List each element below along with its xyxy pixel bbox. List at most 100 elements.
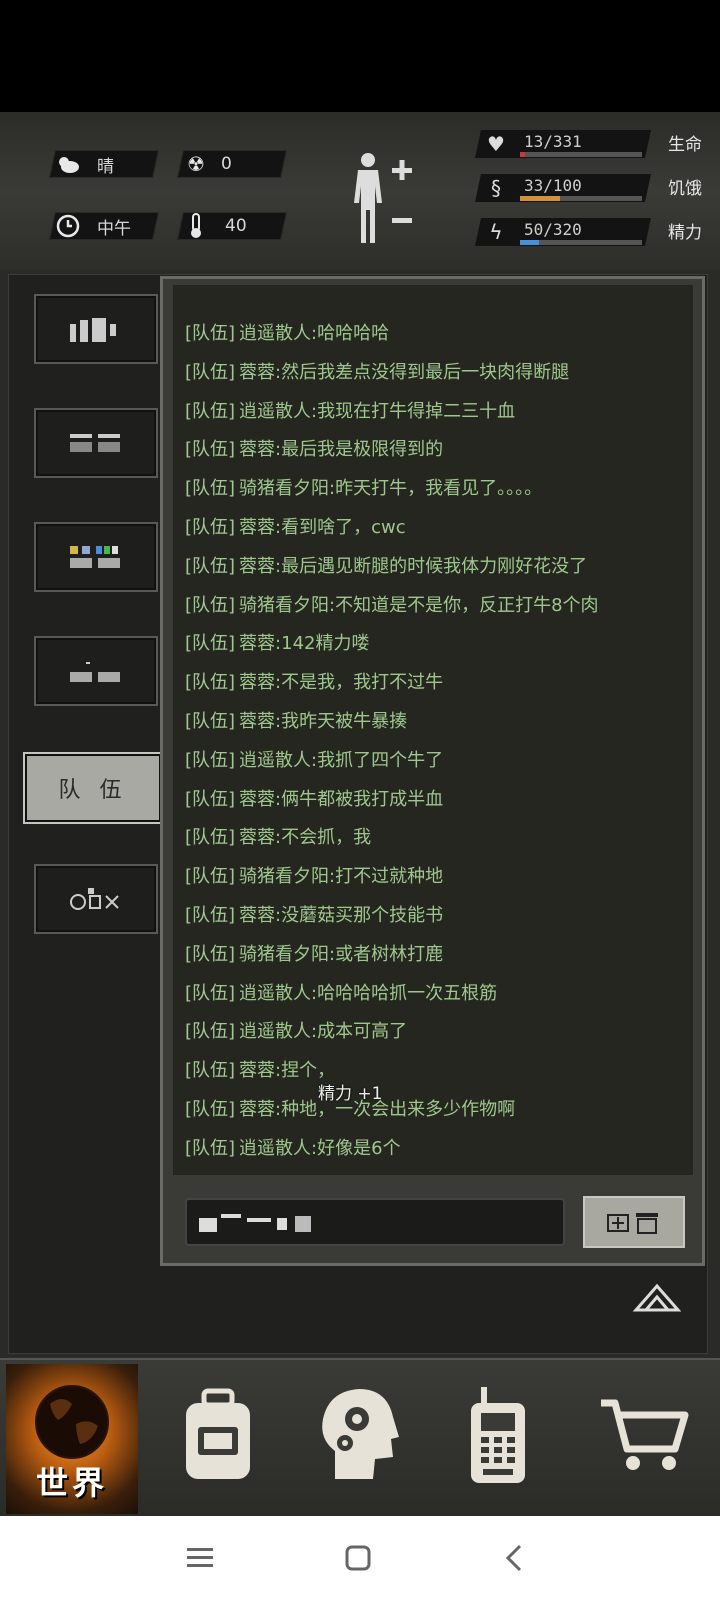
chat-message: [队伍] 逍遥散人:我抓了四个牛了 <box>185 746 443 772</box>
chat-channel-tag: [队伍] <box>185 943 236 965</box>
chat-message: [队伍] 蓉蓉:不是我，我打不过牛 <box>185 668 443 694</box>
chat-message: [队伍] 蓉蓉:不会抓，我 <box>185 823 371 849</box>
weather-value: 晴 <box>97 156 114 177</box>
chat-message-text: 蓉蓉:我昨天被牛暴揍 <box>239 711 408 732</box>
chat-message-text: 骑猪看夕阳:不知道是不是你，反正打牛8个肉 <box>239 594 599 616</box>
chat-message-text: 逍遥散人:成本可高了 <box>239 1021 408 1043</box>
floating-notice: 精力 +1 <box>318 1084 383 1104</box>
hunger-label: 饥饿 <box>668 179 702 199</box>
cloud-sun-icon <box>53 154 83 174</box>
chat-channel-tag: [队伍] <box>185 749 236 771</box>
temperature-pill: 40 <box>177 212 287 240</box>
health-label: 生命 <box>668 135 702 155</box>
chat-message-text: 蓉蓉:俩牛都被我打成半血 <box>239 788 444 810</box>
system-nav-bar <box>0 1516 720 1600</box>
chat-message-text: 蓉蓉:看到啥了，cwc <box>239 517 406 538</box>
chat-channel-tag: [队伍] <box>185 517 236 538</box>
stomach-icon: § <box>491 176 501 200</box>
chat-channel-tag: [队伍] <box>185 1060 236 1082</box>
chat-message: [队伍] 骑猪看夕阳:不知道是不是你，反正打牛8个肉 <box>185 591 599 617</box>
health-stat: ♥ 13/331 生命 <box>475 126 706 160</box>
energy-bar <box>520 240 642 245</box>
energy-value: 50/320 <box>524 220 582 239</box>
energy-icon: ϟ <box>489 220 503 244</box>
tab-1[interactable] <box>34 294 158 364</box>
health-bar <box>520 152 642 157</box>
chat-message: [队伍] 蓉蓉:然后我差点没得到最后一块肉得断腿 <box>185 358 569 384</box>
chat-channel-tag: [队伍] <box>185 672 236 694</box>
chat-message-text: 蓉蓉:然后我差点没得到最后一块肉得断腿 <box>239 361 570 383</box>
tab-team[interactable]: 队 伍 <box>23 752 163 824</box>
chat-channel-tag: [队伍] <box>185 323 236 344</box>
time-pill: 中午 <box>49 212 159 240</box>
hunger-value: 33/100 <box>524 176 582 195</box>
heart-icon: ♥ <box>487 132 505 156</box>
chat-message: [队伍] 逍遥散人:哈哈哈哈 <box>185 319 389 345</box>
health-value: 13/331 <box>524 132 582 151</box>
team-chat-panel: [队伍] 逍遥散人:好像是6个 [队伍] 蓉蓉:种地，一次会出来多少作物啊 [队伍] 蓉蓉… <box>160 276 705 1266</box>
nav-world-label: 世界 <box>35 1464 108 1502</box>
body-status-icon[interactable] <box>350 148 420 248</box>
chat-message-text: 逍遥散人:哈哈哈哈抓一次五根筋 <box>239 982 498 1004</box>
home-icon[interactable] <box>338 1538 378 1578</box>
tab-3[interactable] <box>34 522 158 592</box>
chat-channel-tag: [队伍] <box>185 478 236 500</box>
chat-message: [队伍] 蓉蓉:捏个， <box>185 1056 335 1082</box>
thermometer-icon <box>181 213 211 239</box>
chat-channel-tag: [队伍] <box>185 866 236 888</box>
tab-2[interactable] <box>34 408 158 478</box>
chat-message: [队伍] 蓉蓉:俩牛都被我打成半血 <box>185 785 443 811</box>
input-placeholder-glyph <box>199 1214 311 1232</box>
chat-channel-tag: [队伍] <box>185 1021 236 1043</box>
chat-message-text: 蓉蓉:不是我，我打不过牛 <box>239 672 444 694</box>
chat-message: [队伍] 逍遥散人:成本可高了 <box>185 1017 407 1043</box>
tab-6[interactable] <box>34 864 158 934</box>
chat-channel-tag: [队伍] <box>185 361 236 383</box>
chat-message: [队伍] 蓉蓉:最后我是极限得到的 <box>185 435 443 461</box>
chat-channel-tag: [队伍] <box>185 633 236 655</box>
tab-4[interactable] <box>34 636 158 706</box>
energy-label: 精力 <box>668 223 702 243</box>
chat-channel-tag: [队伍] <box>185 594 236 616</box>
chat-message: [队伍] 骑猪看夕阳:打不过就种地 <box>185 862 443 888</box>
chat-log[interactable]: [队伍] 逍遥散人:好像是6个 [队伍] 蓉蓉:种地，一次会出来多少作物啊 [队伍] 蓉蓉… <box>173 285 693 1175</box>
weather-pill: 晴 <box>49 150 159 178</box>
hunger-stat: § 33/100 饥饿 <box>475 170 706 204</box>
chat-message: [队伍] 蓉蓉:最后遇见断腿的时候我体力刚好花没了 <box>185 552 587 578</box>
chat-channel-tag: [队伍] <box>185 905 236 926</box>
nav-backpack-button[interactable] <box>168 1380 268 1490</box>
chat-message: [队伍] 逍遥散人:我现在打牛得掉二三十血 <box>185 397 515 423</box>
chat-message-text: 逍遥散人:我现在打牛得掉二三十血 <box>239 400 516 422</box>
chat-input[interactable] <box>185 1198 565 1246</box>
back-icon[interactable] <box>494 1538 534 1578</box>
nav-skills-button[interactable] <box>308 1380 408 1490</box>
chat-message: [队伍] 蓉蓉:142精力喽 <box>185 629 369 655</box>
chat-message: [队伍] 逍遥散人:好像是6个 <box>185 1134 401 1160</box>
chat-channel-tag: [队伍] <box>185 788 236 810</box>
chat-channel-tag: [队伍] <box>185 439 236 461</box>
walkie-talkie-icon <box>471 1387 525 1483</box>
chat-channel-tag: [队伍] <box>185 400 236 422</box>
temperature-value: 40 <box>225 216 247 236</box>
chat-channel-tag: [队伍] <box>185 1099 236 1120</box>
collapse-up-icon[interactable] <box>632 1280 682 1316</box>
nav-shop-button[interactable] <box>594 1380 694 1490</box>
chat-message-text: 蓉蓉:最后我是极限得到的 <box>239 439 444 461</box>
energy-stat: ϟ 50/320 精力 <box>475 214 706 248</box>
clock-icon <box>53 214 83 238</box>
send-button[interactable] <box>583 1196 685 1248</box>
radiation-icon: ☢ <box>187 152 205 176</box>
chat-message-text: 逍遥散人:我抓了四个牛了 <box>239 749 444 771</box>
chat-message: [队伍] 骑猪看夕阳:或者树林打鹿 <box>185 940 443 966</box>
chat-message-text: 逍遥散人:哈哈哈哈 <box>239 323 390 344</box>
menu-icon[interactable] <box>180 1538 220 1578</box>
nav-radio-button[interactable] <box>448 1380 548 1490</box>
status-bar <box>0 0 720 112</box>
chat-message: [队伍] 骑猪看夕阳:昨天打牛，我看见了。。。。 <box>185 474 542 500</box>
nav-world-button[interactable]: 世界 <box>6 1364 138 1514</box>
bottom-nav: 世界 <box>0 1358 720 1516</box>
chat-message-text: 蓉蓉:不会抓，我 <box>239 827 372 849</box>
head-gears-icon <box>322 1389 399 1479</box>
chat-message-text: 蓉蓉:最后遇见断腿的时候我体力刚好花没了 <box>239 555 588 577</box>
chat-message: [队伍] 逍遥散人:哈哈哈哈抓一次五根筋 <box>185 979 497 1005</box>
